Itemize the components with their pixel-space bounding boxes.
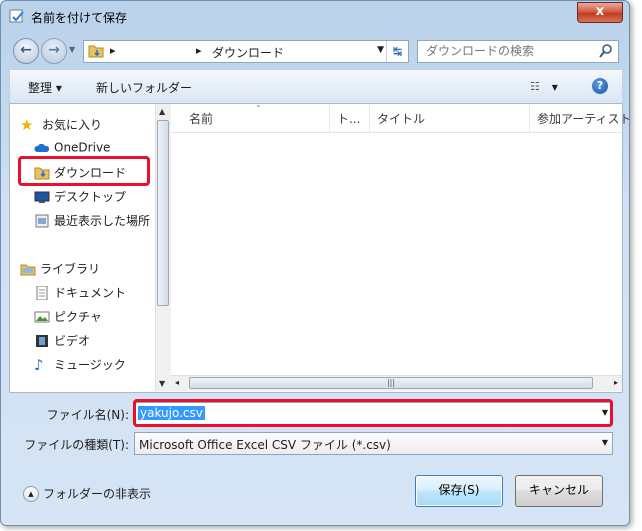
search-box[interactable] bbox=[417, 40, 619, 63]
help-button[interactable]: ? bbox=[592, 78, 608, 94]
search-input[interactable] bbox=[424, 43, 588, 59]
close-button[interactable]: x bbox=[577, 2, 623, 23]
sidebar-item-videos[interactable]: ビデオ bbox=[34, 332, 90, 352]
save-dialog: 名前を付けて保存 x ← → ▼ ▸ ▸ ダウンロード ▼ ↹ 整理 ▾ 新しい… bbox=[0, 0, 630, 526]
sidebar-item-documents[interactable]: ドキュメント bbox=[34, 284, 126, 304]
recent-pages-chevron-icon[interactable]: ▼ bbox=[69, 45, 75, 54]
filetype-select[interactable]: Microsoft Office Excel CSV ファイル (*.csv) … bbox=[134, 432, 613, 455]
address-dropdown-icon[interactable]: ▼ bbox=[377, 45, 384, 55]
search-icon[interactable] bbox=[599, 43, 613, 59]
chevron-down-icon: ▼ bbox=[551, 83, 558, 92]
sidebar-item-recent-places[interactable]: 最近表示した場所 bbox=[34, 212, 150, 232]
scrollbar-thumb[interactable]: ||| bbox=[189, 377, 593, 389]
filename-highlight-box bbox=[133, 399, 613, 427]
desktop-icon bbox=[34, 191, 50, 203]
picture-icon bbox=[34, 311, 50, 322]
scroll-right-icon[interactable]: ▸ bbox=[614, 378, 618, 387]
breadcrumb-separator[interactable]: ▸ bbox=[110, 44, 116, 57]
chevron-up-icon: ▲ bbox=[23, 485, 39, 502]
recent-places-icon bbox=[35, 214, 49, 227]
column-divider[interactable] bbox=[369, 104, 370, 132]
organize-button[interactable]: 整理 ▾ bbox=[28, 79, 62, 96]
column-title[interactable]: タイトル bbox=[377, 110, 425, 127]
file-list: ⌃ 名前 ト... タイトル 参加アーティスト ◂ ||| ▸ bbox=[171, 104, 629, 391]
horizontal-scrollbar[interactable]: ◂ ||| ▸ bbox=[171, 375, 622, 391]
column-headers: ⌃ 名前 ト... タイトル 参加アーティスト bbox=[171, 104, 629, 133]
filetype-dropdown-icon[interactable]: ▼ bbox=[602, 438, 608, 447]
star-icon: ★ bbox=[20, 115, 34, 134]
breadcrumb-separator[interactable]: ▸ bbox=[196, 44, 202, 57]
breadcrumb-downloads[interactable]: ダウンロード bbox=[212, 44, 284, 61]
sidebar-item-pictures[interactable]: ピクチャ bbox=[34, 308, 102, 328]
document-icon bbox=[36, 285, 48, 300]
column-divider[interactable] bbox=[529, 104, 530, 132]
refresh-icon[interactable]: ↹ bbox=[386, 41, 408, 62]
sidebar-item-music[interactable]: ♪ ミュージック bbox=[34, 356, 126, 376]
forward-button[interactable]: → bbox=[41, 38, 67, 64]
navigation-pane: ★ お気に入り OneDrive ダウンロード デスクトップ 最近表示した場所 ラ… bbox=[10, 104, 155, 391]
filetype-value: Microsoft Office Excel CSV ファイル (*.csv) bbox=[139, 438, 391, 452]
folder-icon bbox=[88, 45, 104, 58]
view-list-icon: ☷ bbox=[530, 80, 540, 93]
filename-label: ファイル名(N): bbox=[46, 408, 129, 422]
filetype-label: ファイルの種類(T): bbox=[24, 438, 129, 452]
browser-area: ★ お気に入り OneDrive ダウンロード デスクトップ 最近表示した場所 ラ… bbox=[9, 103, 629, 393]
hide-folders-button[interactable]: ▲ フォルダーの非表示 bbox=[23, 485, 151, 502]
library-icon bbox=[20, 264, 36, 275]
column-name[interactable]: 名前 bbox=[189, 110, 213, 127]
navigation-bar: ← → ▼ ▸ ▸ ダウンロード ▼ ↹ bbox=[1, 35, 629, 65]
music-icon: ♪ bbox=[34, 355, 44, 374]
window-title: 名前を付けて保存 bbox=[31, 11, 128, 25]
sidebar-libraries[interactable]: ライブラリ bbox=[20, 260, 100, 280]
cancel-button[interactable]: キャンセル bbox=[515, 475, 603, 507]
save-dialog-icon bbox=[9, 9, 24, 23]
view-options-button[interactable]: ☷ ▼ bbox=[530, 79, 558, 93]
sidebar-favorites[interactable]: ★ お気に入り bbox=[20, 116, 102, 136]
scroll-left-icon[interactable]: ◂ bbox=[175, 378, 179, 387]
column-contributing-artists[interactable]: 参加アーティスト bbox=[537, 110, 629, 127]
title-bar: 名前を付けて保存 x bbox=[1, 1, 629, 31]
cloud-icon bbox=[34, 143, 50, 152]
navigation-scrollbar[interactable]: ▲ ▼ bbox=[155, 104, 171, 391]
downloads-highlight-box bbox=[18, 156, 150, 186]
column-divider[interactable] bbox=[329, 104, 330, 132]
sort-indicator-icon: ⌃ bbox=[255, 104, 262, 113]
scroll-down-icon[interactable]: ▼ bbox=[159, 379, 165, 388]
new-folder-button[interactable]: 新しいフォルダー bbox=[96, 79, 192, 96]
address-bar[interactable]: ▸ ▸ ダウンロード ▼ ↹ bbox=[83, 40, 409, 63]
scroll-up-icon[interactable]: ▲ bbox=[159, 107, 165, 116]
back-button[interactable]: ← bbox=[13, 38, 39, 64]
video-icon bbox=[36, 334, 48, 347]
sidebar-item-desktop[interactable]: デスクトップ bbox=[34, 188, 126, 208]
scrollbar-thumb[interactable] bbox=[157, 120, 169, 306]
save-button[interactable]: 保存(S) bbox=[415, 475, 503, 507]
command-bar: 整理 ▾ 新しいフォルダー ☷ ▼ ? bbox=[9, 69, 623, 103]
column-type[interactable]: ト... bbox=[337, 110, 360, 127]
